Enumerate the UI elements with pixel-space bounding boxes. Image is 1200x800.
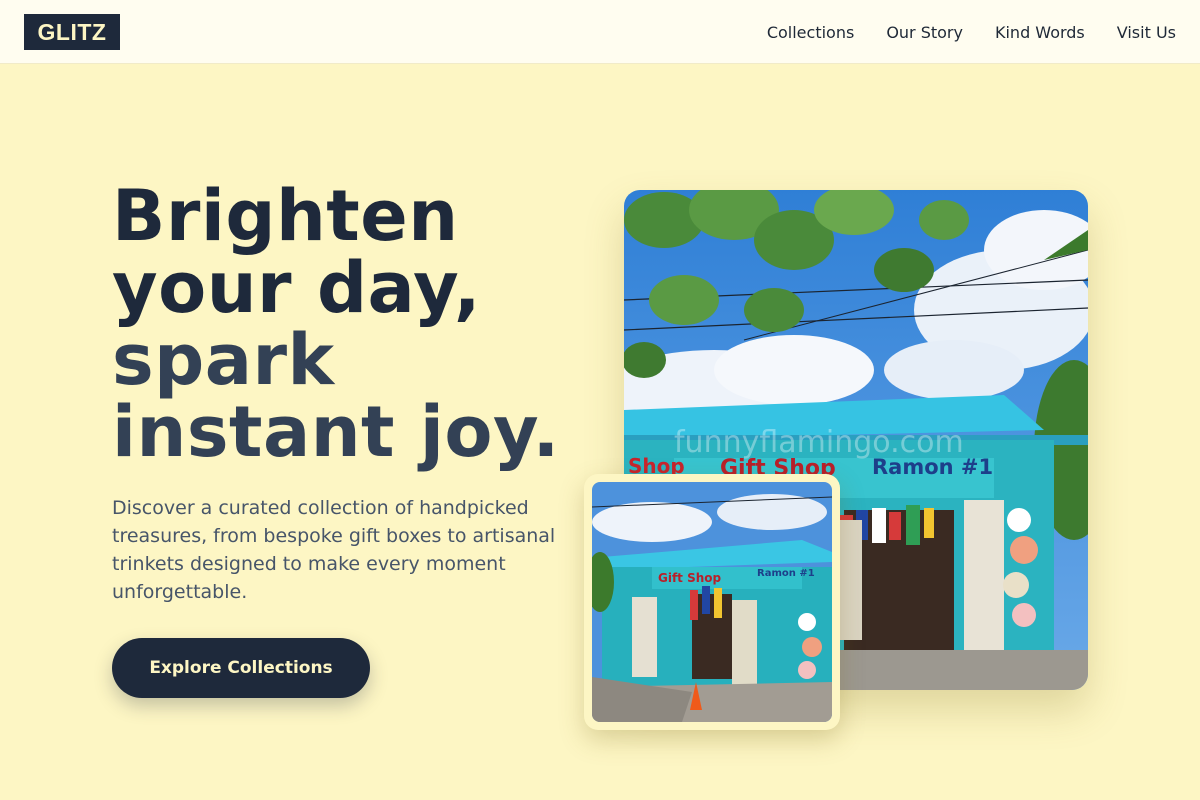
brand-logo[interactable]: GLITZ: [24, 14, 120, 50]
photo-watermark: funnyflamingo.com: [674, 425, 964, 460]
nav-link-collections[interactable]: Collections: [767, 23, 854, 42]
explore-collections-button[interactable]: Explore Collections: [112, 638, 370, 698]
thumb-sign-center: Gift Shop: [658, 571, 722, 585]
nav-link-kind-words[interactable]: Kind Words: [995, 23, 1085, 42]
hero-title: Brighten your day, spark instant joy.: [112, 180, 592, 468]
main-nav: Collections Our Story Kind Words Visit U…: [767, 0, 1176, 64]
nav-link-visit-us[interactable]: Visit Us: [1117, 23, 1176, 42]
hero-description: Discover a curated collection of handpic…: [112, 497, 556, 603]
hero-title-line: spark: [112, 319, 335, 401]
thumb-sign-right: Ramon #1: [757, 568, 815, 579]
hero-title-line: Brighten: [112, 175, 459, 257]
hero-title-line: instant joy.: [112, 391, 560, 473]
gift-shop-thumbnail: Gift Shop Ramon #1: [592, 482, 832, 722]
nav-link-our-story[interactable]: Our Story: [886, 23, 963, 42]
gift-shop-thumbnail-frame: Gift Shop Ramon #1: [584, 474, 840, 730]
hero-title-line: your day,: [112, 247, 481, 329]
site-header: GLITZ Collections Our Story Kind Words V…: [0, 0, 1200, 64]
